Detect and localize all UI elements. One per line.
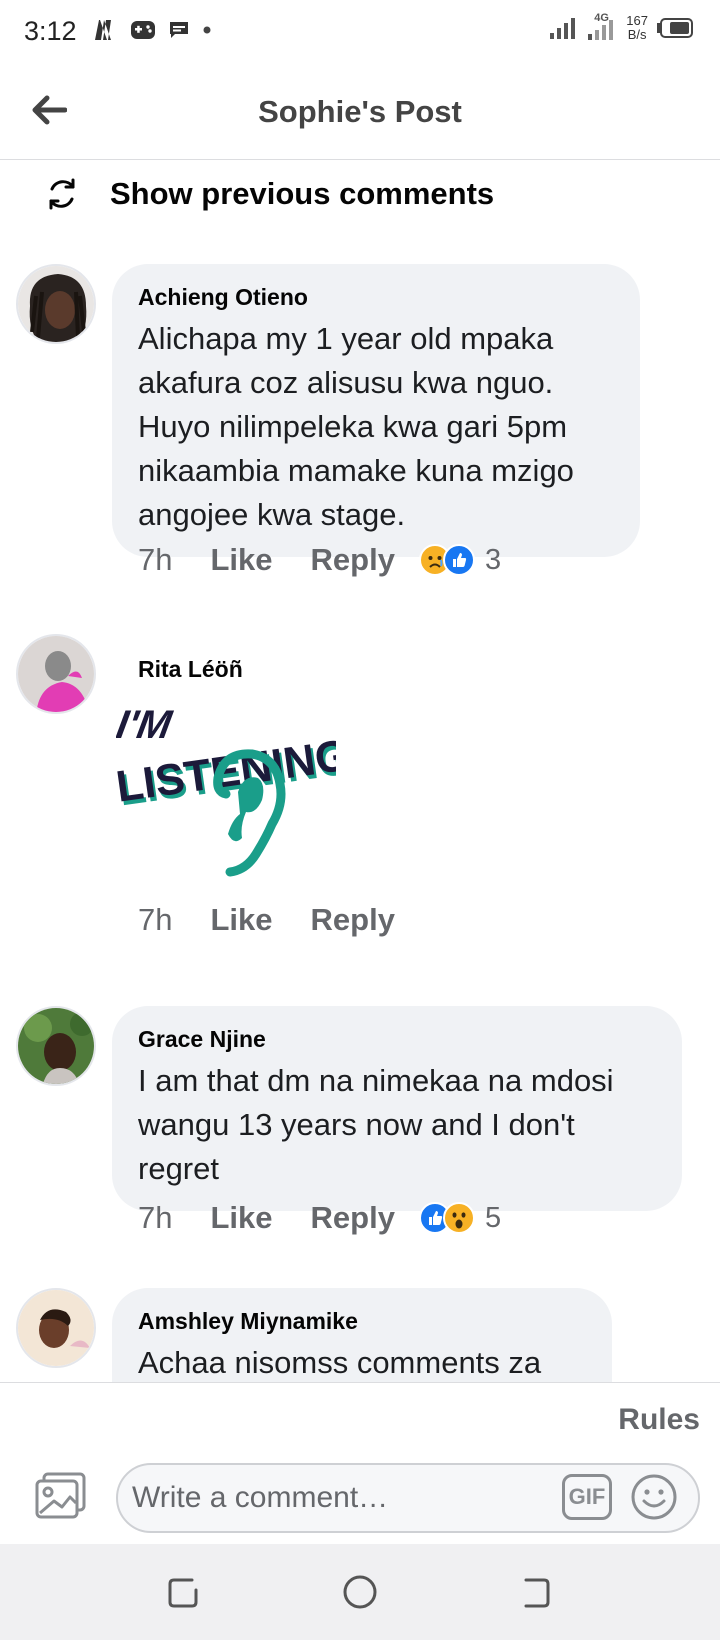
netflix-icon: [95, 20, 111, 40]
comment-item: Amshley Miynamike Achaa nisomss comments…: [0, 1280, 720, 1382]
reply-button[interactable]: Reply: [311, 1200, 395, 1236]
post-header: Sophie's Post: [0, 64, 720, 160]
comment-composer: Rules GIF: [0, 1382, 720, 1544]
status-notification-icons: [92, 18, 212, 42]
game-controller-icon: [131, 21, 155, 39]
comment-author[interactable]: Achieng Otieno: [138, 284, 614, 311]
comment-author[interactable]: Amshley Miynamike: [138, 1308, 586, 1335]
comment-time[interactable]: 7h: [138, 902, 172, 938]
comment-time[interactable]: 7h: [138, 1200, 172, 1236]
emoji-button[interactable]: [630, 1473, 678, 1521]
home-button[interactable]: [340, 1572, 380, 1612]
comment-actions: 7h Like Reply 5: [138, 1200, 501, 1236]
smiley-icon: [631, 1474, 677, 1520]
network-speed: 167 B/s: [626, 13, 648, 42]
comment-item: Achieng Otieno Alichapa my 1 year old mp…: [0, 250, 720, 610]
comment-input[interactable]: [132, 1465, 552, 1531]
dot-icon: [203, 26, 211, 34]
comment-author[interactable]: Rita Léöñ: [138, 656, 243, 683]
comment-item: Rita Léöñ I'M LISTENING LISTENING 7h Lik…: [0, 620, 720, 980]
sticker[interactable]: I'M LISTENING LISTENING: [113, 696, 355, 896]
wow-reaction-icon: [442, 1202, 475, 1234]
avatar[interactable]: [16, 264, 96, 344]
signal-icon: [550, 18, 576, 39]
comment-bubble[interactable]: Amshley Miynamike Achaa nisomss comments…: [112, 1288, 612, 1382]
status-bar: 3:12 4G 167 B/s: [0, 0, 720, 64]
avatar[interactable]: [16, 1288, 96, 1368]
refresh-icon: [49, 178, 75, 210]
comment-author[interactable]: Grace Njine: [138, 1026, 656, 1053]
comment-item: Grace Njine I am that dm na nimekaa na m…: [0, 992, 720, 1252]
rules-link[interactable]: Rules: [618, 1403, 700, 1437]
photo-icon: [35, 1472, 86, 1519]
reaction-summary[interactable]: 5: [418, 1201, 502, 1235]
message-icon: [170, 22, 188, 38]
like-button[interactable]: Like: [210, 902, 272, 938]
comment-input-wrapper: GIF: [116, 1463, 700, 1533]
reaction-summary[interactable]: 3: [418, 543, 502, 577]
signal-4g-icon: 4G: [586, 12, 618, 42]
comment-bubble[interactable]: Achieng Otieno Alichapa my 1 year old mp…: [112, 264, 640, 557]
recent-apps-button[interactable]: [164, 1572, 204, 1612]
reply-button[interactable]: Reply: [311, 902, 395, 938]
show-previous-comments-label: Show previous comments: [110, 176, 495, 211]
comment-time[interactable]: 7h: [138, 542, 172, 578]
page-title: Sophie's Post: [258, 94, 462, 129]
back-nav-button[interactable]: [516, 1572, 556, 1612]
like-button[interactable]: Like: [210, 542, 272, 578]
home-circle-icon: [343, 1575, 377, 1609]
comment-text: Achaa nisomss comments za: [138, 1345, 542, 1380]
comment-text: Alichapa my 1 year old mpaka akafura coz…: [138, 321, 574, 532]
add-photo-button[interactable]: [34, 1471, 88, 1521]
gif-button[interactable]: GIF: [562, 1474, 612, 1520]
reaction-count: 3: [484, 543, 502, 576]
like-button[interactable]: Like: [210, 1200, 272, 1236]
battery-icon: [657, 18, 693, 38]
listening-ear-sticker: I'M LISTENING LISTENING: [113, 702, 355, 877]
avatar[interactable]: [16, 1006, 96, 1086]
back-nav-icon: [524, 1578, 550, 1608]
avatar[interactable]: [16, 634, 96, 714]
recents-icon: [168, 1578, 198, 1608]
status-system-icons: 4G 167 B/s: [548, 12, 694, 42]
reaction-count: 5: [484, 1201, 502, 1234]
comment-actions: 7h Like Reply: [138, 902, 433, 938]
comment-actions: 7h Like Reply 3: [138, 542, 501, 578]
like-reaction-icon: [442, 544, 475, 576]
reply-button[interactable]: Reply: [311, 542, 395, 578]
show-previous-comments-button[interactable]: Show previous comments: [44, 176, 494, 212]
comment-bubble[interactable]: Grace Njine I am that dm na nimekaa na m…: [112, 1006, 682, 1211]
comment-text: I am that dm na nimekaa na mdosi wangu 1…: [138, 1063, 614, 1186]
system-navigation-bar: [0, 1544, 720, 1640]
status-time: 3:12: [24, 16, 77, 46]
sticker-line1: I'M: [116, 702, 176, 747]
